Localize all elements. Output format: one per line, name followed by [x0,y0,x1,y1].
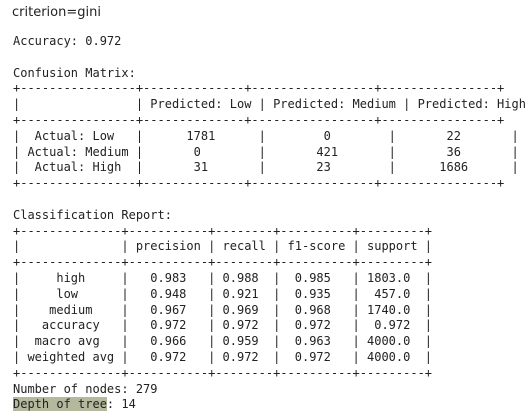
report-border-bottom: +--------------+-----------+--------+---… [13,365,433,380]
report-row-accuracy: | accuracy | 0.972 | 0.972 | 0.972 | 0.9… [13,318,433,333]
confusion-row-low: | Actual: Low | 1781 | 0 | 22 | [13,128,519,143]
spacer-line [13,50,528,66]
confusion-border-bottom: +----------------+--------------+-------… [13,176,505,191]
depth-value: : 14 [106,397,136,412]
report-row-macro-avg: | macro avg | 0.966 | 0.959 | 0.963 | 40… [13,334,433,349]
criterion-heading: criterion=gini [12,5,101,20]
console-output: Accuracy: 0.972 Confusion Matrix: +------… [13,34,528,413]
report-title: Classification Report: [13,207,172,222]
report-row-medium: | medium | 0.967 | 0.969 | 0.968 | 1740.… [13,302,433,317]
confusion-border-top: +----------------+--------------+-------… [13,81,505,96]
report-border-mid: +--------------+-----------+--------+---… [13,255,433,270]
confusion-title: Confusion Matrix: [13,65,136,80]
report-row-weighted-avg: | weighted avg | 0.972 | 0.972 | 0.972 |… [13,349,433,364]
report-border-top: +--------------+-----------+--------+---… [13,223,433,238]
accuracy-line: Accuracy: 0.972 [13,34,122,48]
report-row-high: | high | 0.983 | 0.988 | 0.985 | 1803.0 … [13,270,433,285]
report-row-low: | low | 0.948 | 0.921 | 0.935 | 457.0 | [13,286,433,301]
confusion-row-medium: | Actual: Medium | 0 | 421 | 36 | [13,144,519,159]
nodes-line: Number of nodes: 279 [13,381,158,396]
report-header-row: | | precision | recall | f1-score | supp… [13,239,433,254]
depth-line: Depth of tree: 14 [13,397,528,413]
depth-label-highlight[interactable]: Depth of tree [13,397,107,412]
confusion-row-high: | Actual: High | 31 | 23 | 1686 | [13,160,519,175]
confusion-border-mid: +----------------+--------------+-------… [13,112,505,127]
spacer-line [13,192,528,208]
confusion-header-row: | | Predicted: Low | Predicted: Medium |… [13,97,528,112]
